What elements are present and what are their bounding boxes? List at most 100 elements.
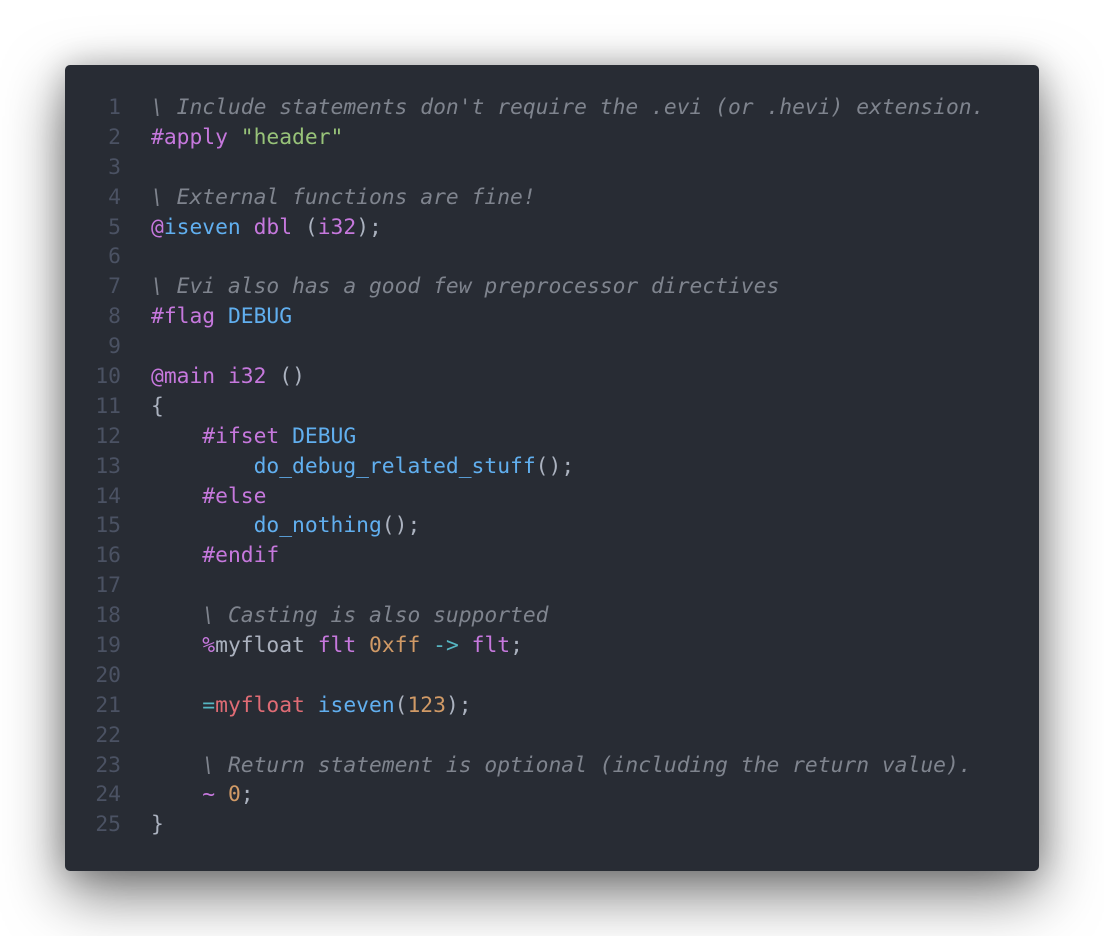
code-line[interactable]: 20	[65, 661, 1039, 691]
code-line[interactable]: 18 \ Casting is also supported	[65, 601, 1039, 631]
code-line[interactable]: 5 @iseven dbl (i32);	[65, 213, 1039, 243]
code-token-type: i32	[317, 214, 357, 240]
code-token-func: do_nothing	[253, 513, 382, 539]
code-token-number: 123	[407, 692, 446, 718]
line-number: 25	[95, 812, 121, 838]
code-line[interactable]: 19 %myfloat flt 0xff -> flt;	[65, 631, 1039, 661]
code-token-directive: #apply	[151, 124, 228, 150]
code-line[interactable]: 15 do_nothing();	[65, 511, 1039, 541]
code-token-comment: \ Return statement is optional (includin…	[202, 752, 972, 778]
line-number: 20	[95, 662, 121, 688]
code-line-content: %myfloat flt 0xff -> flt;	[151, 631, 523, 661]
code-line-content: {	[151, 392, 164, 422]
code-token-plain: );	[445, 692, 472, 718]
line-number: 2	[108, 124, 121, 150]
page-backdrop: 1 \ Include statements don't require the …	[0, 0, 1104, 936]
code-token-var: myfloat	[215, 692, 305, 718]
code-token-directive: #flag	[151, 304, 216, 330]
code-line[interactable]: 16 #endif	[65, 541, 1039, 571]
line-number: 12	[95, 423, 121, 449]
code-line[interactable]: 11 {	[65, 392, 1039, 422]
code-line-content: @main i32 ()	[151, 362, 305, 392]
code-line[interactable]: 25}	[65, 810, 1039, 840]
code-token-const: DEBUG	[227, 304, 293, 330]
line-number: 1	[108, 95, 121, 120]
code-token-plain: (	[292, 214, 318, 240]
code-token-func: do_debug_related_stuff	[253, 453, 536, 479]
code-line[interactable]: 4 \ External functions are fine!	[65, 183, 1039, 213]
code-token-plain: );	[356, 214, 382, 240]
code-line[interactable]: 13 do_debug_related_stuff();	[65, 452, 1039, 482]
code-block[interactable]: 1 \ Include statements don't require the …	[65, 93, 1039, 840]
code-line[interactable]: 7 \ Evi also has a good few preprocessor …	[65, 272, 1039, 302]
code-token-tilde: ~	[202, 782, 216, 808]
line-number: 3	[108, 154, 121, 180]
code-line[interactable]: 3	[65, 153, 1039, 183]
code-token-func: iseven	[317, 692, 395, 718]
code-line-content: \ Evi also has a good few preprocessor d…	[151, 272, 779, 302]
line-number: 19	[95, 633, 121, 659]
line-number: 16	[95, 543, 121, 569]
code-line[interactable]: 17	[65, 571, 1039, 601]
code-token-func: iseven	[163, 214, 241, 240]
code-token-plain: ();	[381, 513, 421, 539]
code-token-percent: %	[202, 633, 216, 659]
code-line[interactable]: 8 #flag DEBUG	[65, 302, 1039, 332]
code-token-directive: #endif	[202, 543, 280, 569]
code-line[interactable]: 10 @main i32 ()	[65, 362, 1039, 392]
code-token-comment: \ Include statements don't require the .…	[151, 95, 985, 120]
line-number: 24	[95, 782, 121, 808]
code-line[interactable]: 14 #else	[65, 482, 1039, 512]
code-line-content: =myfloat iseven(123);	[151, 691, 472, 721]
code-token-directive: #ifset	[202, 423, 280, 449]
code-line[interactable]: 2 #apply "header"	[65, 123, 1039, 153]
line-number: 7	[108, 274, 121, 300]
code-token-operator: ->	[433, 633, 459, 659]
code-token-plain: (	[394, 692, 408, 718]
code-line-content: }	[151, 810, 164, 840]
code-line[interactable]: 24 ~ 0;	[65, 780, 1039, 810]
line-number: 15	[95, 513, 121, 539]
code-token-type: main	[163, 364, 216, 390]
line-number: 18	[95, 603, 121, 629]
code-line-content: #endif	[151, 541, 279, 571]
line-number: 8	[108, 304, 121, 330]
code-line[interactable]: 23 \ Return statement is optional (inclu…	[65, 751, 1039, 781]
code-line-content: #flag DEBUG	[151, 302, 292, 332]
line-number: 9	[108, 334, 121, 360]
code-line-content: \ Casting is also supported	[151, 601, 549, 631]
line-number: 22	[95, 722, 121, 748]
code-token-plain: }	[151, 812, 164, 838]
line-number: 6	[108, 244, 121, 270]
code-line[interactable]: 6	[65, 242, 1039, 272]
code-window: 1 \ Include statements don't require the …	[65, 65, 1039, 871]
code-token-at: @	[151, 214, 164, 240]
code-line[interactable]: 21 =myfloat iseven(123);	[65, 691, 1039, 721]
code-line[interactable]: 22	[65, 721, 1039, 751]
code-token-type: flt	[317, 633, 357, 659]
code-token-const: DEBUG	[292, 423, 357, 449]
code-line[interactable]: 1 \ Include statements don't require the …	[65, 93, 1039, 123]
code-token-type: i32	[227, 364, 267, 390]
code-line[interactable]: 9	[65, 332, 1039, 362]
code-token-comment: \ Casting is also supported	[202, 603, 549, 629]
line-number: 23	[95, 752, 121, 778]
code-line[interactable]: 12 #ifset DEBUG	[65, 422, 1039, 452]
code-token-comment: \ Evi also has a good few preprocessor d…	[151, 274, 780, 300]
code-line-content: @iseven dbl (i32);	[151, 213, 382, 243]
code-line-content: do_nothing();	[151, 511, 421, 541]
line-number: 5	[108, 214, 121, 240]
